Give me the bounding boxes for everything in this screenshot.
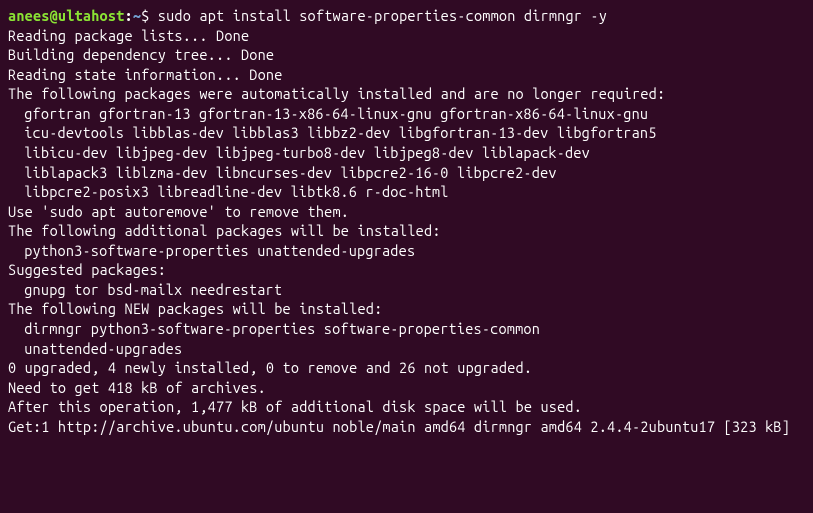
output-line: The following NEW packages will be insta… — [8, 299, 805, 319]
prompt-path: ~ — [133, 7, 141, 24]
output-line: Reading state information... Done — [8, 65, 805, 85]
output-line: Suggested packages: — [8, 260, 805, 280]
command-text: sudo apt install software-properties-com… — [149, 7, 607, 24]
output-line: Reading package lists... Done — [8, 26, 805, 46]
output-line: Use 'sudo apt autoremove' to remove them… — [8, 202, 805, 222]
output-line: libpcre2-posix3 libreadline-dev libtk8.6… — [8, 182, 805, 202]
output-line: Building dependency tree... Done — [8, 45, 805, 65]
output-line: gnupg tor bsd-mailx needrestart — [8, 280, 805, 300]
prompt-separator: : — [124, 7, 132, 24]
output-line: The following additional packages will b… — [8, 221, 805, 241]
output-line: gfortran gfortran-13 gfortran-13-x86-64-… — [8, 104, 805, 124]
prompt-line: anees@ultahost:~$ sudo apt install softw… — [8, 6, 805, 26]
output-line: After this operation, 1,477 kB of additi… — [8, 397, 805, 417]
output-line: 0 upgraded, 4 newly installed, 0 to remo… — [8, 358, 805, 378]
output-line: Need to get 418 kB of archives. — [8, 378, 805, 398]
prompt-userhost: anees@ultahost — [8, 7, 124, 24]
output-line: liblapack3 liblzma-dev libncurses-dev li… — [8, 163, 805, 183]
output-line: The following packages were automaticall… — [8, 84, 805, 104]
output-line: python3-software-properties unattended-u… — [8, 241, 805, 261]
output-line: Get:1 http://archive.ubuntu.com/ubuntu n… — [8, 417, 805, 437]
output-line: libicu-dev libjpeg-dev libjpeg-turbo8-de… — [8, 143, 805, 163]
output-line: icu-devtools libblas-dev libblas3 libbz2… — [8, 123, 805, 143]
output-line: unattended-upgrades — [8, 339, 805, 359]
output-line: dirmngr python3-software-properties soft… — [8, 319, 805, 339]
terminal-window[interactable]: anees@ultahost:~$ sudo apt install softw… — [8, 6, 805, 436]
